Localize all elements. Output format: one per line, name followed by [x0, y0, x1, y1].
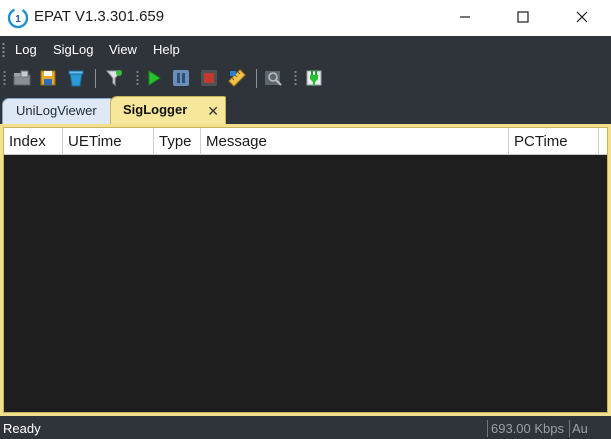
status-extra: Au	[572, 421, 588, 436]
toolbar-separator-2	[256, 69, 257, 88]
tab-strip: UniLogViewer SigLogger ✕	[0, 92, 611, 124]
menu-siglog[interactable]: SigLog	[53, 42, 93, 60]
app-logo-icon: 1	[7, 7, 29, 29]
maximize-button[interactable]	[494, 0, 552, 34]
search-icon[interactable]	[264, 68, 284, 88]
ruler-icon[interactable]	[227, 68, 247, 88]
status-bar: Ready 693.00 Kbps Au	[0, 416, 611, 439]
tab-siglogger[interactable]: SigLogger ✕	[110, 96, 226, 124]
filter-icon[interactable]	[104, 68, 124, 88]
svg-text:1: 1	[15, 14, 21, 25]
menu-bar: Log SigLog View Help	[0, 36, 611, 64]
stop-icon[interactable]	[199, 68, 219, 88]
column-header-uetime[interactable]: UETime	[63, 128, 154, 155]
menu-grip-handle[interactable]	[2, 42, 5, 58]
tab-unilogviewer-label: UniLogViewer	[16, 103, 97, 118]
table-header: Index UETime Type Message PCTime	[4, 128, 607, 155]
column-header-message[interactable]: Message	[201, 128, 509, 155]
status-rate: 693.00 Kbps	[491, 421, 565, 436]
log-table: Index UETime Type Message PCTime	[3, 127, 608, 413]
clear-icon[interactable]	[66, 68, 86, 88]
toolbar-grip-handle[interactable]	[3, 70, 6, 87]
close-icon	[576, 11, 588, 23]
play-icon[interactable]	[144, 68, 164, 88]
status-text: Ready	[3, 421, 41, 436]
minimize-button[interactable]	[436, 0, 494, 34]
toolbar	[0, 64, 611, 92]
status-separator	[487, 420, 488, 437]
maximize-icon	[517, 11, 529, 23]
table-body[interactable]	[4, 155, 607, 412]
toolbar-separator	[95, 69, 96, 88]
toolbar-grip-handle-2[interactable]	[136, 70, 139, 87]
open-folder-icon[interactable]	[12, 68, 32, 88]
tab-close-icon[interactable]: ✕	[207, 98, 219, 124]
tab-unilogviewer[interactable]: UniLogViewer	[2, 98, 112, 124]
status-separator-2	[569, 420, 570, 437]
menu-help[interactable]: Help	[153, 42, 180, 60]
toolbar-grip-handle-3[interactable]	[294, 70, 297, 87]
column-header-type[interactable]: Type	[154, 128, 201, 155]
tab-siglogger-label: SigLogger	[123, 102, 188, 117]
column-header-index[interactable]: Index	[4, 128, 63, 155]
menu-log[interactable]: Log	[15, 42, 37, 60]
column-header-pctime[interactable]: PCTime	[509, 128, 599, 155]
siglogger-panel: Index UETime Type Message PCTime	[0, 124, 611, 416]
window-title: EPAT V1.3.301.659	[34, 8, 165, 25]
title-bar: 1 EPAT V1.3.301.659	[0, 0, 611, 36]
minimize-icon	[460, 16, 470, 18]
connect-plug-icon[interactable]	[304, 68, 324, 88]
menu-view[interactable]: View	[109, 42, 137, 60]
close-button[interactable]	[553, 0, 611, 34]
save-icon[interactable]	[38, 68, 58, 88]
pause-icon[interactable]	[171, 68, 191, 88]
